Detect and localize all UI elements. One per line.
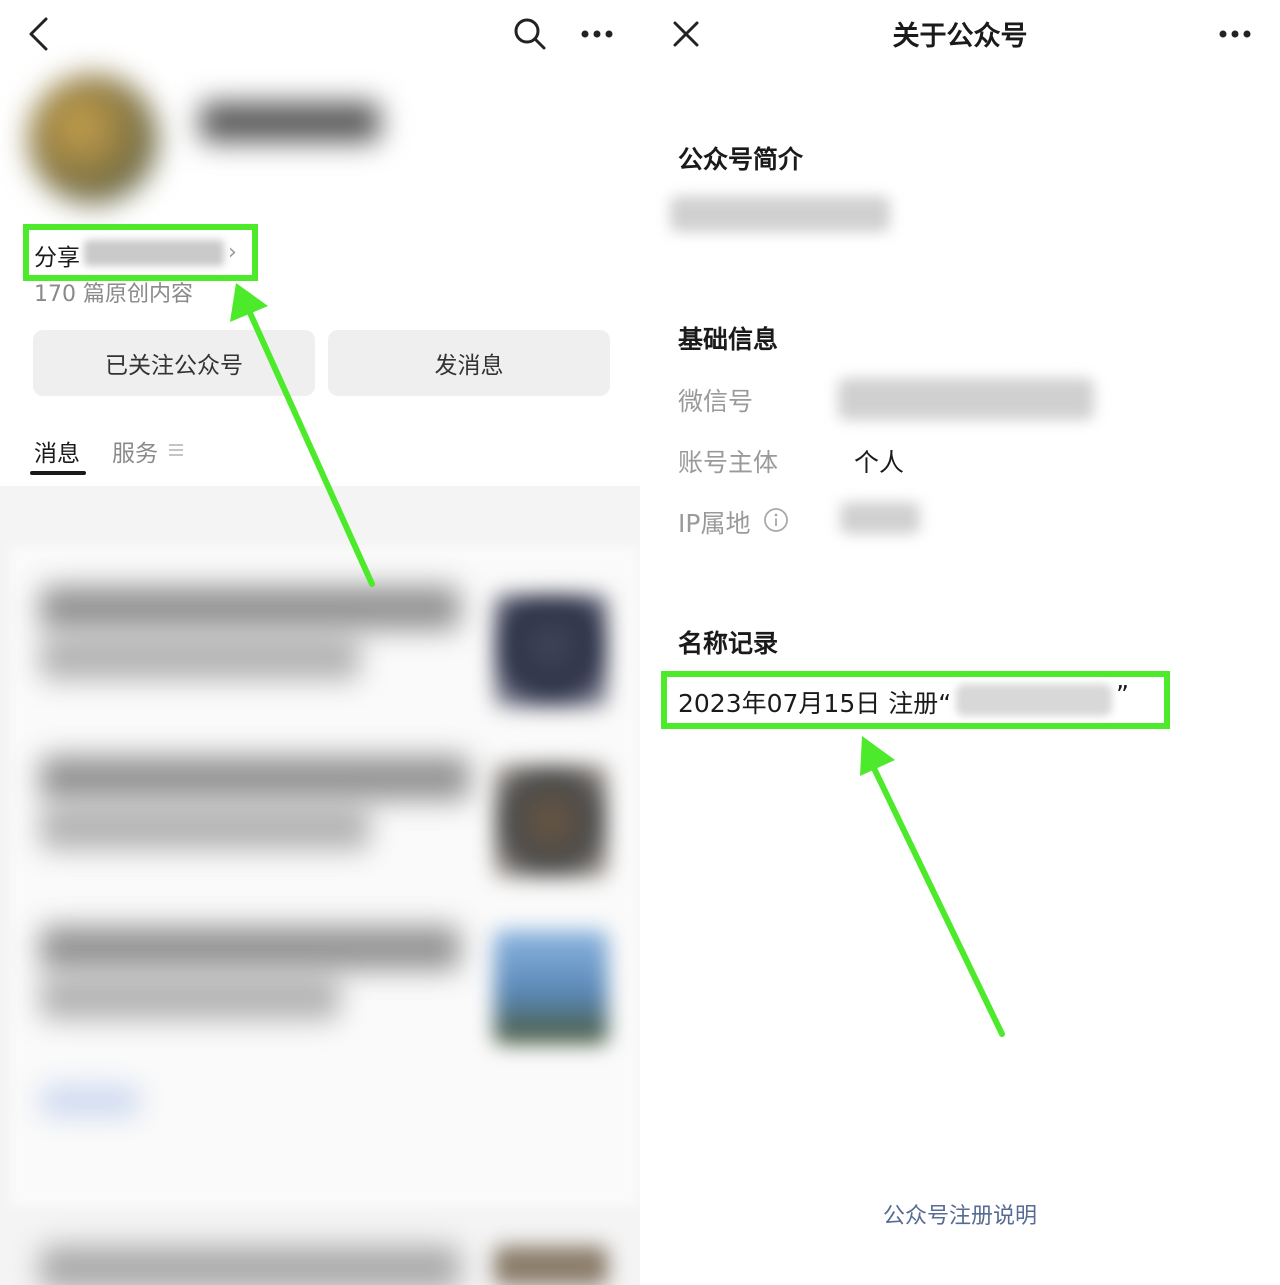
green-arrow-left <box>230 283 375 587</box>
registration-notes-link[interactable]: 公众号注册说明 <box>640 1198 1280 1230</box>
green-arrow-right <box>860 736 1005 1037</box>
account-profile-screen: 分享 › 170 篇原创内容 已关注公众号 发消息 消息 服务 <box>0 0 640 1285</box>
about-account-screen: 关于公众号 公众号简介 基础信息 微信号 账号主体 个人 IP属地 名称记录 2… <box>640 0 1280 1285</box>
